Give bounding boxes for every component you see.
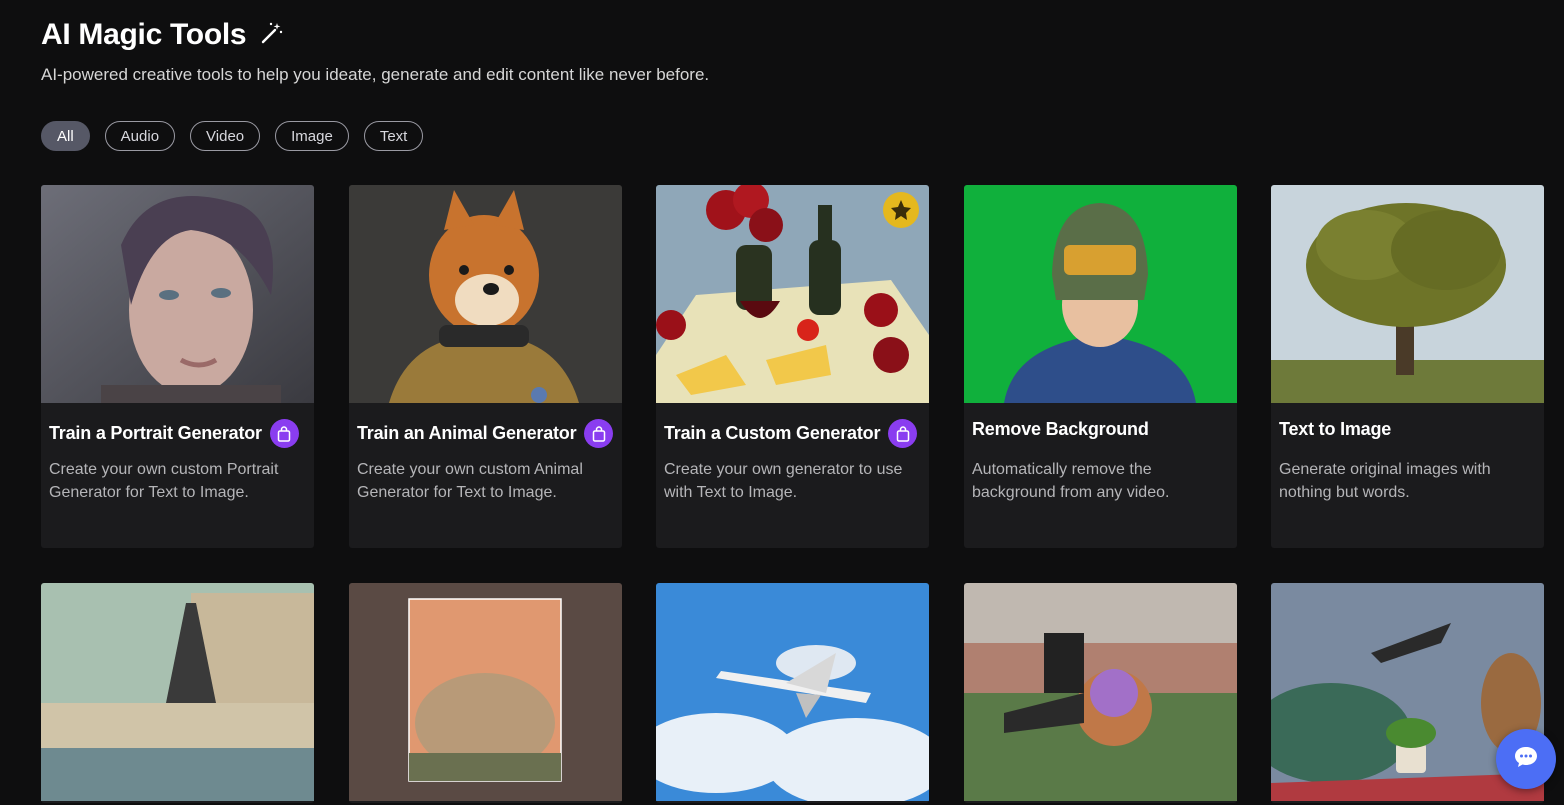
tool-card-text-to-image[interactable]: Text to Image Generate original images w… — [1271, 185, 1544, 548]
card-description: Create your own custom Animal Generator … — [357, 461, 583, 501]
magic-wand-icon — [260, 21, 284, 50]
filter-image[interactable]: Image — [275, 121, 349, 151]
airplane-thumbnail — [656, 583, 929, 801]
greenscreen-thumbnail — [964, 185, 1237, 403]
tool-card-airplane[interactable] — [656, 583, 929, 803]
card-title: Text to Image — [1279, 419, 1391, 440]
card-title-text: Train an Animal Generator — [357, 423, 577, 443]
filter-all[interactable]: All — [41, 121, 90, 151]
card-title-text: Train a Portrait Generator — [49, 423, 262, 443]
card-description: Create your own generator to use with Te… — [664, 461, 903, 501]
tool-card-portrait-generator[interactable]: Train a Portrait Generator Create your o… — [41, 185, 314, 548]
portrait-thumbnail — [41, 185, 314, 403]
shopping-bag-icon — [269, 419, 299, 448]
card-title: Remove Background — [972, 419, 1149, 440]
filter-video[interactable]: Video — [190, 121, 261, 151]
animal-thumbnail — [349, 185, 622, 403]
shopping-bag-icon — [584, 419, 614, 448]
card-title: Train a Portrait Generator — [49, 419, 299, 448]
tool-card-soccer-ball[interactable] — [964, 583, 1237, 803]
still-life-thumbnail — [656, 185, 929, 403]
card-title: Train an Animal Generator — [357, 419, 614, 448]
page-header: AI Magic Tools — [41, 18, 284, 52]
title-row: AI Magic Tools — [41, 18, 284, 52]
chat-bubble-icon — [1513, 745, 1539, 774]
filter-audio[interactable]: Audio — [104, 121, 176, 151]
card-description: Generate original images with nothing bu… — [1279, 461, 1491, 501]
tool-card-animal-generator[interactable]: Train an Animal Generator Create your ow… — [349, 185, 622, 548]
card-title-text: Remove Background — [972, 419, 1149, 439]
desert-rock-thumbnail — [349, 583, 622, 801]
card-description: Create your own custom Portrait Generato… — [49, 461, 279, 501]
card-title-text: Train a Custom Generator — [664, 423, 881, 443]
page-title: AI Magic Tools — [41, 18, 247, 51]
soccer-thumbnail — [964, 583, 1237, 801]
page-subtitle: AI-powered creative tools to help you id… — [41, 65, 710, 84]
card-title: Train a Custom Generator — [664, 419, 918, 448]
shopping-bag-icon — [888, 419, 918, 448]
tool-card-expand-image[interactable] — [349, 583, 622, 803]
card-description: Automatically remove the background from… — [972, 461, 1170, 501]
paris-thumbnail — [41, 583, 314, 801]
tool-card-custom-generator[interactable]: Train a Custom Generator Create your own… — [656, 185, 929, 548]
chat-button[interactable] — [1496, 729, 1556, 789]
tool-card-remove-background[interactable]: Remove Background Automatically remove t… — [964, 185, 1237, 548]
filter-text[interactable]: Text — [363, 121, 424, 151]
tool-card-paris[interactable] — [41, 583, 314, 803]
card-title-text: Text to Image — [1279, 419, 1392, 439]
tree-thumbnail — [1271, 185, 1544, 403]
filter-chips: All Audio Video Image Text — [41, 121, 424, 151]
